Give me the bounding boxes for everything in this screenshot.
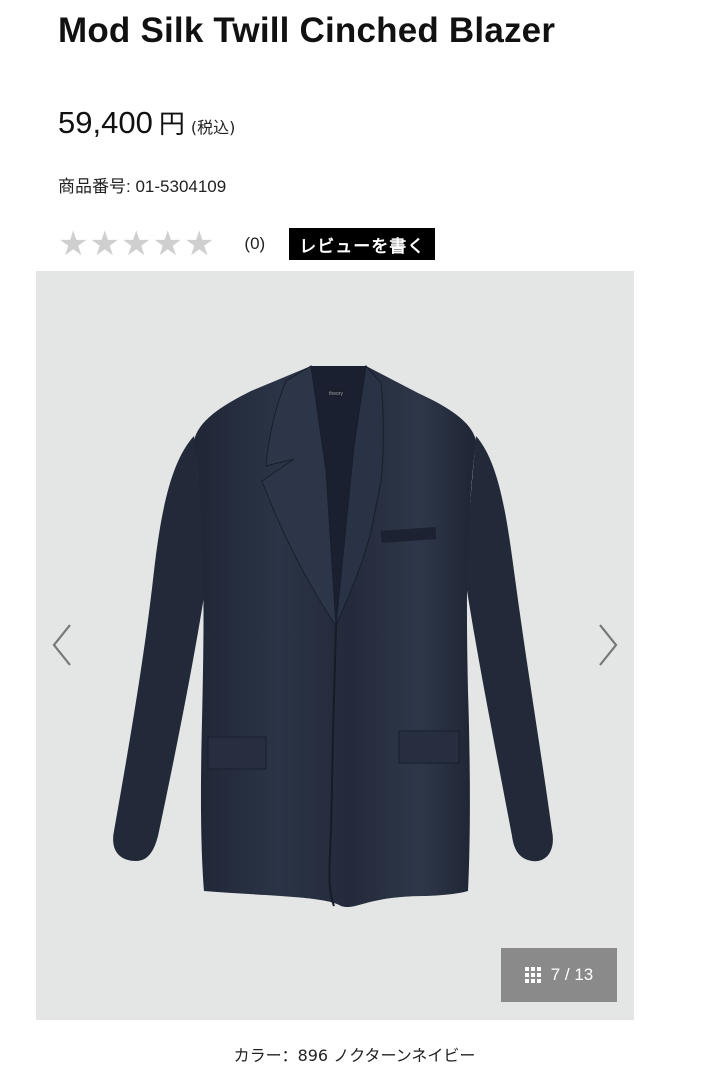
sku-label: 商品番号 — [58, 177, 126, 197]
star-icon: ★ — [120, 224, 152, 264]
currency-symbol: 円 — [158, 110, 185, 140]
star-rating: ★ ★ ★ ★ ★ — [58, 227, 214, 261]
star-icon: ★ — [58, 224, 89, 264]
garment-label: theory — [329, 391, 343, 397]
chevron-left-icon[interactable] — [46, 621, 76, 669]
product-image: theory — [113, 364, 553, 908]
sku-row: 商品番号: 01-5304109 — [58, 172, 226, 197]
grid-icon — [524, 967, 541, 983]
product-image-gallery[interactable]: theory 7 / 13 — [36, 271, 634, 1020]
color-label: カラー：896 ノクターンネイビー — [233, 1046, 476, 1065]
image-counter: 7 / 13 — [550, 965, 594, 984]
write-review-button[interactable]: レビューを書く — [289, 228, 436, 260]
image-counter-button[interactable]: 7 / 13 — [501, 948, 617, 1002]
sku-value: 01-5304109 — [135, 177, 227, 196]
star-icon: ★ — [183, 224, 215, 264]
tax-note: (税込) — [190, 118, 236, 137]
rating-row: ★ ★ ★ ★ ★ (0) レビューを書く — [58, 226, 678, 262]
star-icon: ★ — [152, 224, 183, 264]
price-value: 59,400 — [58, 105, 153, 140]
product-title: Mod Silk Twill Cinched Blazer — [58, 11, 556, 50]
review-count: (0) — [244, 234, 266, 253]
chevron-right-icon[interactable] — [594, 621, 624, 669]
sku-separator: : — [126, 177, 131, 196]
price-row: 59,400 円 (税込) — [58, 104, 235, 141]
star-icon: ★ — [89, 224, 120, 264]
